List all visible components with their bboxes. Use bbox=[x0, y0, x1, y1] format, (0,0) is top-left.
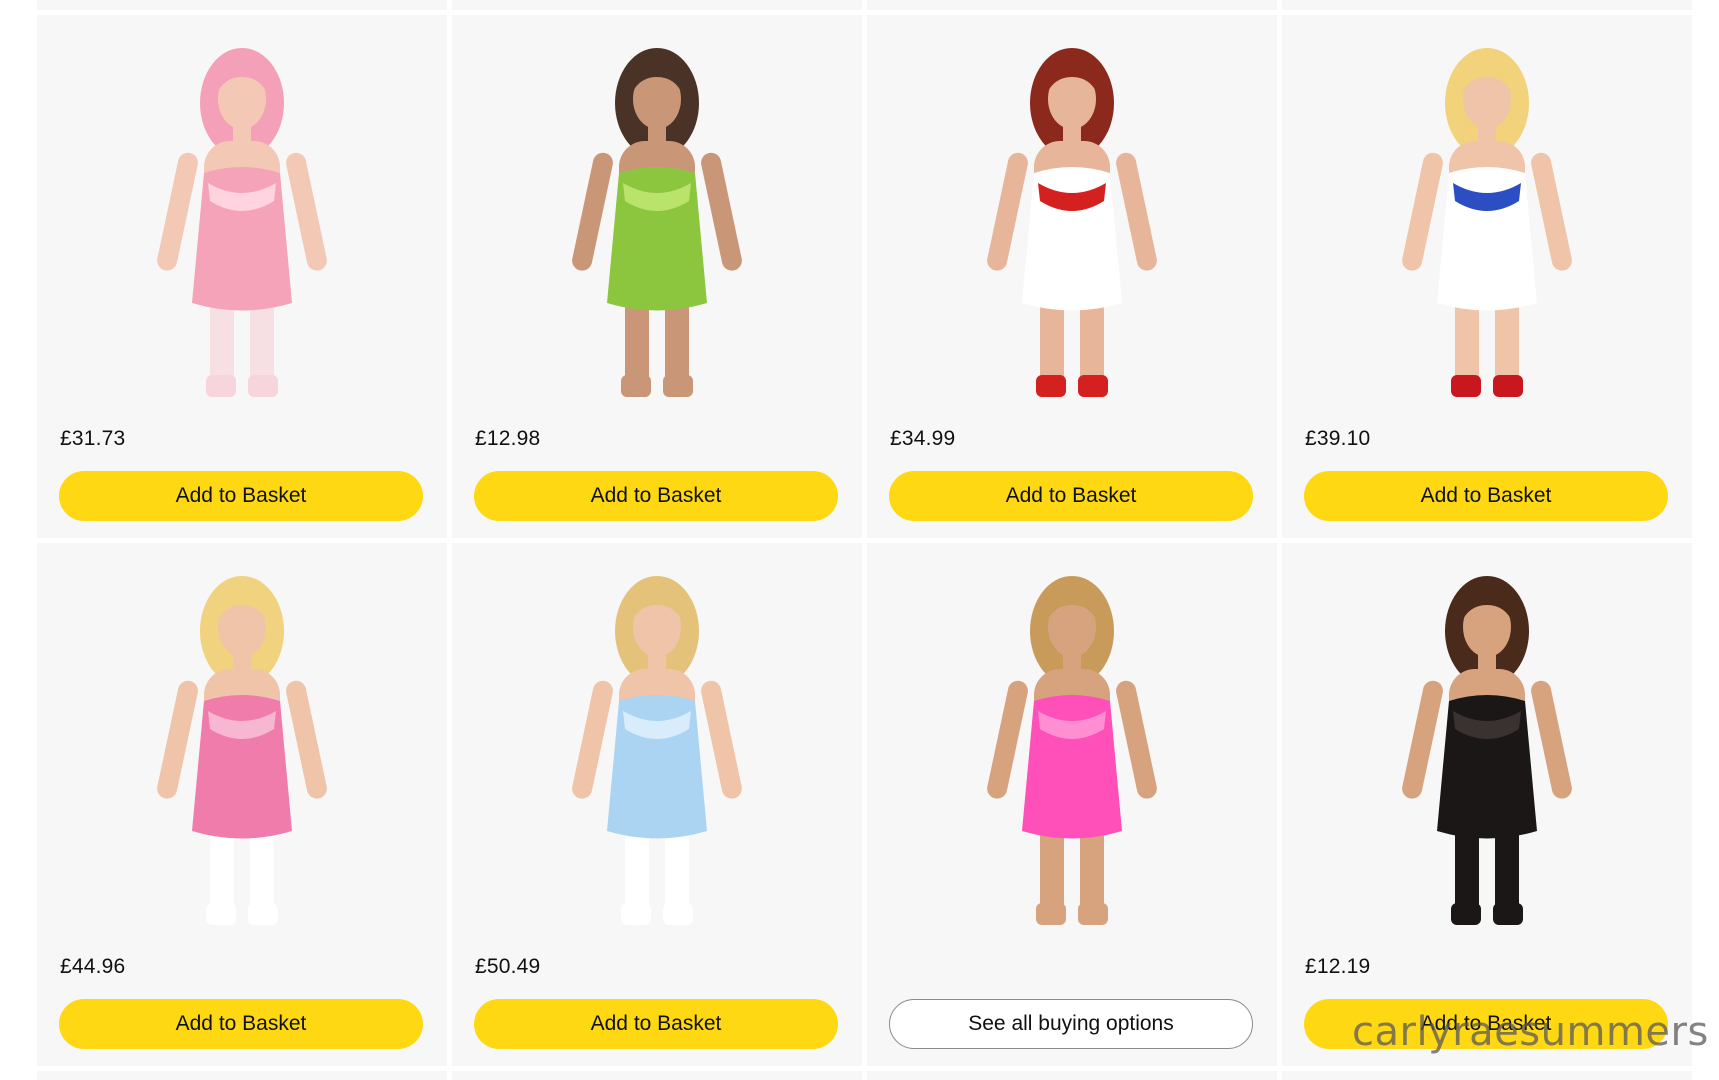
product-image[interactable] bbox=[1337, 561, 1637, 933]
figure-left-arm bbox=[157, 680, 198, 799]
card-edge bbox=[37, 0, 447, 10]
figure-left-shoe bbox=[1036, 375, 1066, 397]
figure-right-arm bbox=[701, 680, 742, 799]
figure-left-shoe bbox=[206, 375, 236, 397]
product-card[interactable]: £12.98 Add to Basket bbox=[452, 15, 862, 538]
product-card[interactable]: See all buying options bbox=[867, 543, 1277, 1066]
product-price: £44.96 bbox=[60, 955, 126, 978]
product-price: £34.99 bbox=[890, 427, 956, 450]
figure-right-arm bbox=[1531, 680, 1572, 799]
product-card[interactable]: £44.96 Add to Basket bbox=[37, 543, 447, 1066]
add-to-basket-button[interactable]: Add to Basket bbox=[474, 471, 838, 521]
figure-left-arm bbox=[1402, 680, 1443, 799]
product-grid: £31.73 Add to Basket £12.98 Add to Baske… bbox=[37, 15, 1693, 1066]
figure-left-shoe bbox=[206, 903, 236, 925]
figure-left-shoe bbox=[1036, 903, 1066, 925]
card-edge bbox=[867, 1071, 1277, 1080]
product-image[interactable] bbox=[507, 561, 807, 933]
add-to-basket-button[interactable]: Add to Basket bbox=[889, 471, 1253, 521]
add-to-basket-button[interactable]: Add to Basket bbox=[59, 999, 423, 1049]
figure-left-shoe bbox=[1451, 903, 1481, 925]
add-to-basket-button[interactable]: Add to Basket bbox=[474, 999, 838, 1049]
figure-right-arm bbox=[701, 152, 742, 271]
figure-right-arm bbox=[286, 680, 327, 799]
figure-outfit bbox=[1022, 695, 1122, 839]
product-image[interactable] bbox=[92, 561, 392, 933]
card-edge bbox=[452, 0, 862, 10]
card-edge bbox=[1282, 0, 1692, 10]
figure-left-shoe bbox=[621, 375, 651, 397]
product-card[interactable]: £39.10 Add to Basket bbox=[1282, 15, 1692, 538]
figure-outfit bbox=[192, 695, 292, 839]
figure-right-arm bbox=[1116, 152, 1157, 271]
product-card[interactable]: £34.99 Add to Basket bbox=[867, 15, 1277, 538]
add-to-basket-button[interactable]: Add to Basket bbox=[1304, 471, 1668, 521]
figure-right-arm bbox=[1116, 680, 1157, 799]
card-edge bbox=[37, 1071, 447, 1080]
figure-right-shoe bbox=[248, 903, 278, 925]
product-image[interactable] bbox=[507, 33, 807, 405]
product-price: £12.98 bbox=[475, 427, 541, 450]
figure-right-shoe bbox=[1493, 903, 1523, 925]
add-to-basket-button[interactable]: Add to Basket bbox=[59, 471, 423, 521]
figure-outfit bbox=[192, 167, 292, 311]
figure-left-arm bbox=[572, 680, 613, 799]
product-price: £31.73 bbox=[60, 427, 126, 450]
card-edge bbox=[1282, 1071, 1692, 1080]
product-image[interactable] bbox=[92, 33, 392, 405]
figure-outfit bbox=[607, 695, 707, 839]
figure-outfit bbox=[1437, 167, 1537, 311]
product-price: £39.10 bbox=[1305, 427, 1371, 450]
figure-outfit bbox=[1437, 695, 1537, 839]
card-edge bbox=[452, 1071, 862, 1080]
previous-row-cards-edge bbox=[37, 0, 1693, 10]
add-to-basket-button[interactable]: Add to Basket bbox=[1304, 999, 1668, 1049]
figure-outfit bbox=[1022, 167, 1122, 311]
figure-right-shoe bbox=[248, 375, 278, 397]
figure-right-shoe bbox=[1078, 903, 1108, 925]
figure-left-arm bbox=[987, 680, 1028, 799]
product-image[interactable] bbox=[922, 33, 1222, 405]
figure-outfit bbox=[607, 167, 707, 311]
figure-left-shoe bbox=[1451, 375, 1481, 397]
product-price: £12.19 bbox=[1305, 955, 1371, 978]
figure-right-arm bbox=[1531, 152, 1572, 271]
figure-right-shoe bbox=[1493, 375, 1523, 397]
figure-left-arm bbox=[1402, 152, 1443, 271]
product-image[interactable] bbox=[1337, 33, 1637, 405]
figure-left-arm bbox=[987, 152, 1028, 271]
product-card[interactable]: £12.19 Add to Basket bbox=[1282, 543, 1692, 1066]
card-edge bbox=[867, 0, 1277, 10]
next-row-cards-edge bbox=[37, 1071, 1693, 1080]
product-card[interactable]: £50.49 Add to Basket bbox=[452, 543, 862, 1066]
product-image[interactable] bbox=[922, 561, 1222, 933]
figure-left-arm bbox=[572, 152, 613, 271]
figure-right-shoe bbox=[1078, 375, 1108, 397]
figure-left-arm bbox=[157, 152, 198, 271]
product-price: £50.49 bbox=[475, 955, 541, 978]
see-all-buying-options-button[interactable]: See all buying options bbox=[889, 999, 1253, 1049]
product-card[interactable]: £31.73 Add to Basket bbox=[37, 15, 447, 538]
figure-right-shoe bbox=[663, 903, 693, 925]
figure-right-shoe bbox=[663, 375, 693, 397]
figure-left-shoe bbox=[621, 903, 651, 925]
figure-right-arm bbox=[286, 152, 327, 271]
